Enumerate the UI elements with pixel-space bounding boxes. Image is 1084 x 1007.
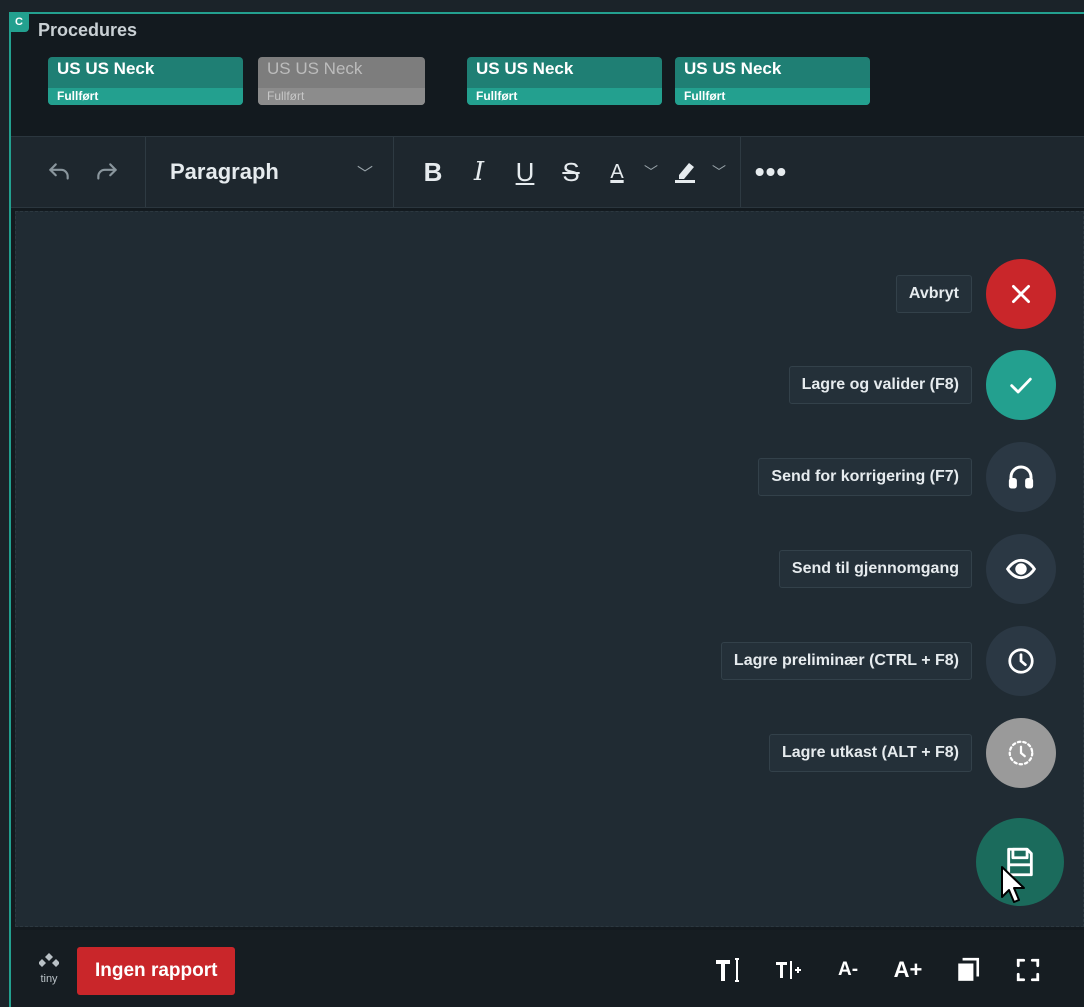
- procedure-chip[interactable]: US US Neck Fullført: [48, 57, 243, 105]
- action-save-draft: Lagre utkast (ALT + F8): [768, 718, 1056, 788]
- action-send-review: Send til gjennomgang: [778, 534, 1056, 604]
- action-save-preliminary: Lagre preliminær (CTRL + F8): [720, 626, 1056, 696]
- procedures-title: Procedures: [38, 20, 138, 40]
- action-label[interactable]: Lagre preliminær (CTRL + F8): [720, 642, 972, 680]
- procedure-name: US US Neck: [267, 59, 363, 78]
- send-review-button[interactable]: [986, 534, 1056, 604]
- editor-toolbar: Paragraph ﹀ B I U S A ﹀ ﹀ •••: [11, 136, 1084, 208]
- highlight-dropdown[interactable]: ﹀: [708, 162, 730, 182]
- block-format-value: Paragraph: [170, 159, 279, 184]
- block-format-select[interactable]: Paragraph ﹀: [146, 137, 394, 207]
- no-report-button[interactable]: Ingen rapport: [77, 947, 236, 995]
- eye-icon: [1005, 558, 1037, 580]
- procedure-status: Fullført: [48, 88, 243, 105]
- procedure-name: US US Neck: [57, 59, 155, 78]
- text-insert-button[interactable]: [758, 948, 818, 992]
- font-smaller-button[interactable]: A-: [818, 948, 878, 992]
- save-validate-button[interactable]: [986, 350, 1056, 420]
- redo-icon: [97, 163, 117, 180]
- action-save-validate: Lagre og valider (F8): [788, 350, 1056, 420]
- send-correction-button[interactable]: [986, 442, 1056, 512]
- corner-badge: C: [9, 12, 29, 32]
- font-larger-button[interactable]: A+: [878, 948, 938, 992]
- procedure-chip[interactable]: US US Neck Fullført: [675, 57, 870, 105]
- dashed-clock-icon: [1008, 740, 1034, 766]
- status-bar: tiny Ingen rapport A- A+: [11, 930, 1084, 1007]
- history-group: [11, 137, 146, 207]
- text-cursor-icon: [716, 958, 739, 982]
- chevron-down-icon: ﹀: [712, 164, 726, 180]
- tiny-logo-text: tiny: [40, 973, 58, 985]
- action-label[interactable]: Lagre og valider (F8): [788, 366, 972, 404]
- save-draft-button[interactable]: [986, 718, 1056, 788]
- text-insert-icon: [776, 961, 801, 979]
- action-label[interactable]: Lagre utkast (ALT + F8): [768, 734, 972, 772]
- action-send-correction: Send for korrigering (F7): [758, 442, 1056, 512]
- more-toolbar-button[interactable]: •••: [741, 148, 801, 196]
- text-color-button[interactable]: A: [594, 148, 640, 196]
- italic-button[interactable]: I: [456, 148, 502, 196]
- procedure-name: US US Neck: [476, 59, 574, 78]
- text-color-dropdown[interactable]: ﹀: [640, 162, 662, 182]
- procedure-chip-disabled[interactable]: US US Neck Fullført: [258, 57, 425, 105]
- procedure-status: Fullført: [258, 88, 425, 105]
- highlight-button[interactable]: [662, 148, 708, 196]
- check-icon: [1010, 377, 1032, 394]
- action-cancel: Avbryt: [895, 259, 1056, 329]
- action-label[interactable]: Send til gjennomgang: [778, 550, 972, 588]
- save-preliminary-button[interactable]: [986, 626, 1056, 696]
- highlighter-icon: [675, 163, 695, 183]
- tiny-logo-icon: [38, 953, 60, 967]
- tiny-logo: tiny: [35, 952, 63, 985]
- mouse-cursor-icon: [1001, 866, 1025, 903]
- format-group: B I U S A ﹀ ﹀: [394, 137, 741, 207]
- undo-button[interactable]: [35, 148, 83, 196]
- procedure-status: Fullført: [675, 88, 870, 105]
- action-label[interactable]: Send for korrigering (F7): [758, 458, 972, 496]
- procedure-name: US US Neck: [684, 59, 782, 78]
- strikethrough-button[interactable]: S: [548, 148, 594, 196]
- headphones-icon: [1008, 465, 1034, 489]
- statusbar-tools: A- A+: [698, 948, 1058, 992]
- redo-button[interactable]: [83, 148, 131, 196]
- cancel-button[interactable]: [986, 259, 1056, 329]
- chevron-down-icon: ﹀: [644, 164, 658, 180]
- procedure-status: Fullført: [467, 88, 662, 105]
- copy-button[interactable]: [938, 948, 998, 992]
- bold-button[interactable]: B: [410, 148, 456, 196]
- clock-icon: [1008, 648, 1034, 674]
- copy-icon: [958, 957, 980, 981]
- chevron-down-icon: ﹀: [356, 166, 373, 183]
- undo-icon: [49, 163, 69, 180]
- action-label[interactable]: Avbryt: [895, 275, 972, 313]
- procedure-chip[interactable]: US US Neck Fullført: [467, 57, 662, 105]
- text-width-button[interactable]: [698, 948, 758, 992]
- underline-button[interactable]: U: [502, 148, 548, 196]
- close-icon: [1012, 285, 1030, 303]
- fullscreen-button[interactable]: [998, 948, 1058, 992]
- fullscreen-icon: [1016, 958, 1040, 982]
